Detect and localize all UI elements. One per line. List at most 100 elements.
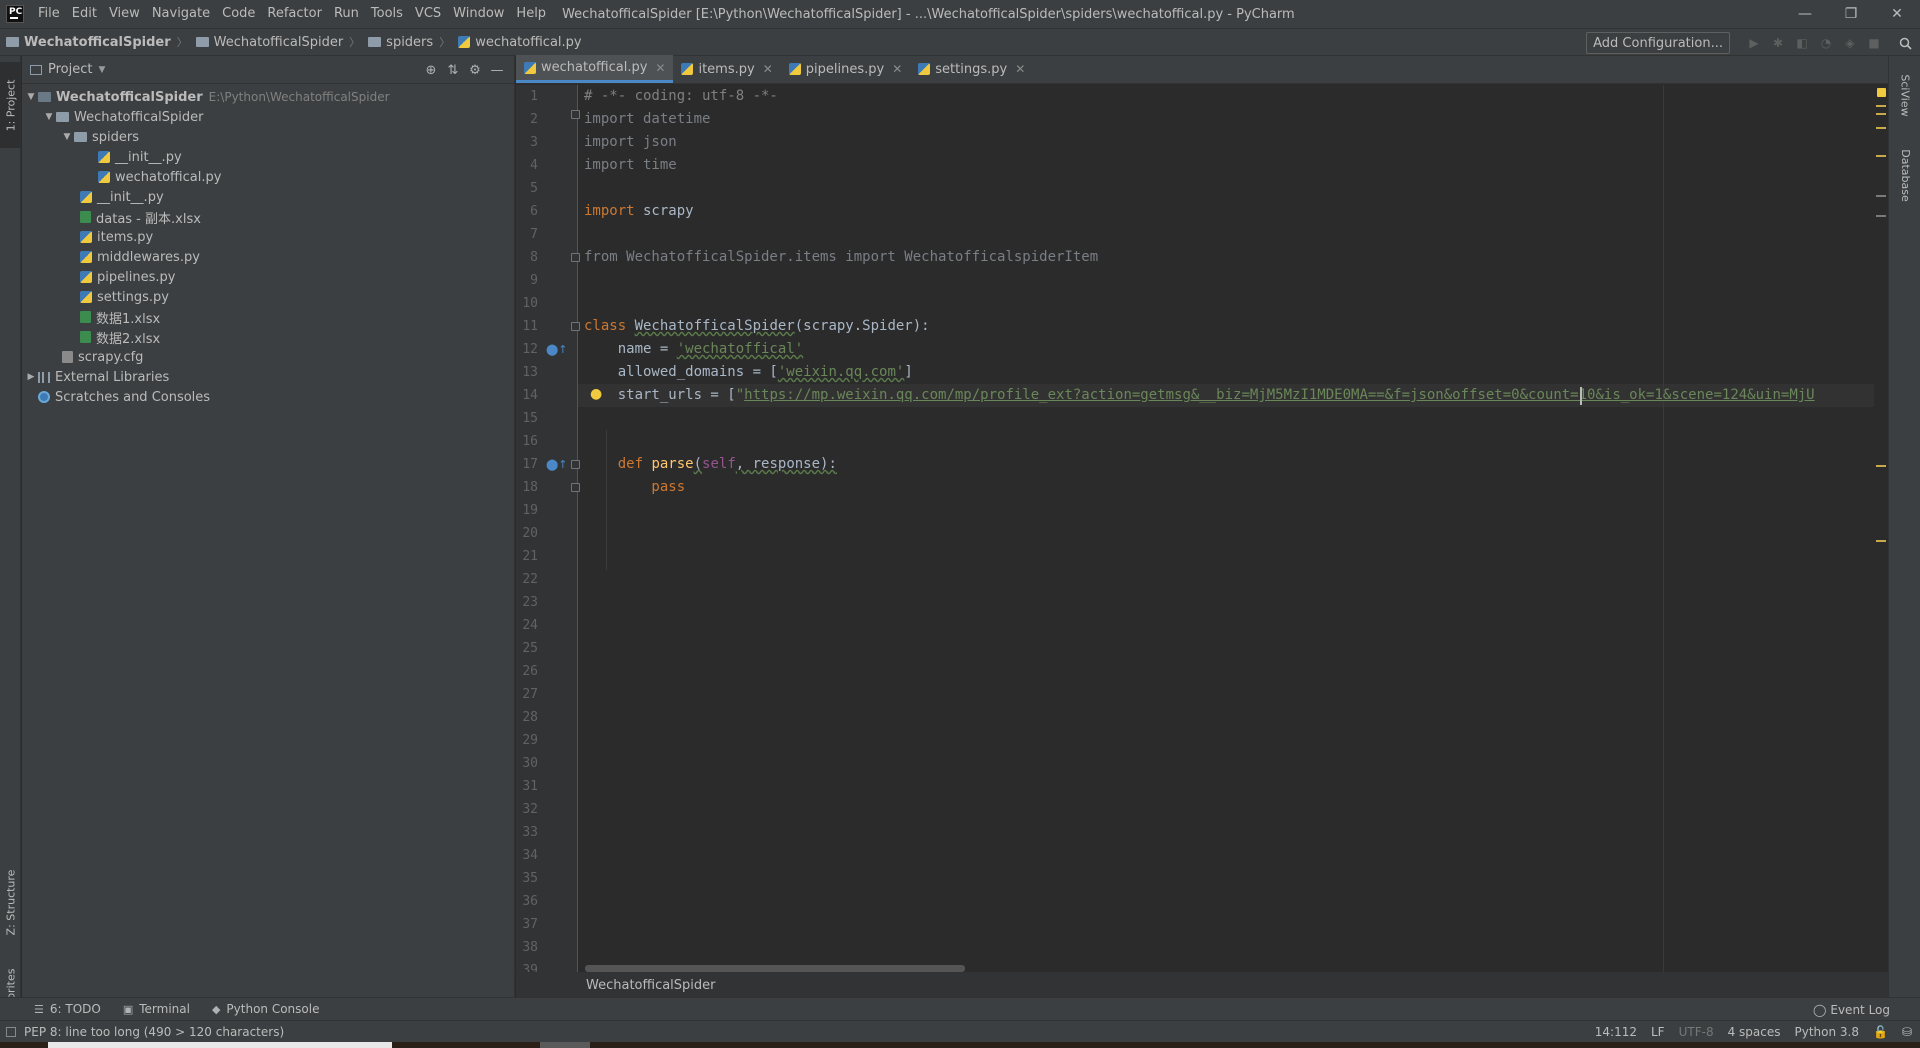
tool-window-sciview-tab[interactable]: SciView — [1889, 64, 1920, 126]
tree-item-scrapy-cfg[interactable]: scrapy.cfg — [22, 347, 514, 367]
collapsed-arrow-icon[interactable]: ▶ — [24, 372, 38, 382]
tree-item-spiders[interactable]: ▼ spiders — [22, 127, 514, 147]
concurrency-icon[interactable]: ◈ — [1841, 34, 1859, 52]
tab-settings[interactable]: settings.py ✕ — [910, 55, 1033, 83]
menu-tools[interactable]: Tools — [365, 0, 409, 28]
override-icon[interactable]: ⬤↑ — [546, 453, 568, 476]
add-configuration-button[interactable]: Add Configuration... — [1586, 32, 1730, 54]
tree-item-package[interactable]: ▼ WechatofficalSpider — [22, 107, 514, 127]
tree-item-project-root[interactable]: ▼ WechatofficalSpider E:\Python\Wechatof… — [22, 87, 514, 107]
line-number[interactable]: 8 — [516, 246, 538, 269]
line-number[interactable]: 4 — [516, 154, 538, 177]
tree-item-data1-xlsx[interactable]: 数据1.xlsx — [22, 307, 514, 327]
lightbulb-icon[interactable]: ● — [590, 383, 602, 406]
breadcrumb-item[interactable]: WechatofficalSpider — [586, 978, 716, 993]
line-number[interactable]: 22 — [516, 568, 538, 591]
line-number[interactable]: 6 — [516, 200, 538, 223]
tree-item-scratches[interactable]: Scratches and Consoles — [22, 387, 514, 407]
expanded-arrow-icon[interactable]: ▼ — [24, 92, 38, 102]
line-number[interactable]: 24 — [516, 614, 538, 637]
fold-marker-icon[interactable] — [571, 322, 580, 331]
warning-marker[interactable] — [1876, 113, 1886, 115]
line-number[interactable]: 2 — [516, 108, 538, 131]
line-number[interactable]: 13 — [516, 361, 538, 384]
line-separator[interactable]: LF — [1651, 1025, 1665, 1039]
line-number[interactable]: 25 — [516, 637, 538, 660]
line-number[interactable]: 34 — [516, 844, 538, 867]
menu-refactor[interactable]: Refactor — [261, 0, 328, 28]
nav-crumb-project[interactable]: WechatofficalSpider — [0, 35, 175, 50]
line-number[interactable]: 19 — [516, 499, 538, 522]
indent-setting[interactable]: 4 spaces — [1728, 1025, 1781, 1039]
line-number[interactable]: 26 — [516, 660, 538, 683]
menu-window[interactable]: Window — [447, 0, 510, 28]
git-icon[interactable]: ⛁ — [1902, 1025, 1912, 1039]
line-number[interactable]: 18 — [516, 476, 538, 499]
fold-marker-icon[interactable] — [571, 460, 580, 469]
warning-marker[interactable] — [1876, 540, 1886, 542]
lock-icon[interactable]: 🔓 — [1873, 1025, 1888, 1039]
info-marker[interactable] — [1876, 215, 1886, 217]
nav-crumb-spiders[interactable]: spiders — [362, 35, 437, 50]
debug-icon[interactable]: ✱ — [1769, 34, 1787, 52]
file-encoding[interactable]: UTF-8 — [1679, 1025, 1714, 1039]
line-number[interactable]: 35 — [516, 867, 538, 890]
fold-marker-icon[interactable] — [571, 253, 580, 262]
line-number[interactable]: 30 — [516, 752, 538, 775]
tree-item-spiders-init[interactable]: __init__.py — [22, 147, 514, 167]
todo-tab[interactable]: ☰ 6: TODO — [0, 1002, 111, 1016]
warning-marker[interactable] — [1876, 127, 1886, 129]
line-number[interactable]: 27 — [516, 683, 538, 706]
line-number[interactable]: 10 — [516, 292, 538, 315]
override-icon[interactable]: ⬤↑ — [546, 338, 568, 361]
tree-item-data2-xlsx[interactable]: 数据2.xlsx — [22, 327, 514, 347]
nav-crumb-package[interactable]: WechatofficalSpider — [190, 35, 348, 50]
line-number[interactable]: 5 — [516, 177, 538, 200]
run-icon[interactable]: ▶ — [1745, 34, 1763, 52]
line-number-gutter[interactable]: 1 2 3 4 5 6 7 8 9 10 11 12 13 14 15 16 17 18 19 20 21 22 23 24 2… — [516, 85, 578, 972]
expanded-arrow-icon[interactable]: ▼ — [42, 112, 56, 122]
line-number[interactable]: 39 — [516, 959, 538, 972]
python-interpreter[interactable]: Python 3.8 — [1794, 1025, 1859, 1039]
search-icon[interactable] — [1896, 34, 1914, 52]
line-number[interactable]: 38 — [516, 936, 538, 959]
warning-marker[interactable] — [1876, 105, 1886, 107]
status-toggle-icon[interactable] — [6, 1026, 16, 1037]
tree-item-init[interactable]: __init__.py — [22, 187, 514, 207]
fold-marker-icon[interactable] — [571, 110, 580, 119]
restore-button[interactable]: ❐ — [1828, 0, 1874, 28]
tree-item-pipelines[interactable]: pipelines.py — [22, 267, 514, 287]
menu-help[interactable]: Help — [510, 0, 552, 28]
line-number[interactable]: 9 — [516, 269, 538, 292]
tree-item-wechatoffical[interactable]: wechatoffical.py — [22, 167, 514, 187]
tree-item-external-libraries[interactable]: ▶ External Libraries — [22, 367, 514, 387]
tab-wechatoffical[interactable]: wechatoffical.py ✕ — [516, 55, 674, 83]
line-number[interactable]: 23 — [516, 591, 538, 614]
close-icon[interactable]: ✕ — [1015, 62, 1025, 76]
line-number[interactable]: 36 — [516, 890, 538, 913]
locate-file-icon[interactable]: ⊕ — [420, 63, 442, 78]
menu-view[interactable]: View — [103, 0, 146, 28]
line-number[interactable]: 12 — [516, 338, 538, 361]
caret-position[interactable]: 14:112 — [1595, 1025, 1637, 1039]
tab-items[interactable]: items.py ✕ — [673, 55, 780, 83]
inspection-status-icon[interactable] — [1877, 88, 1886, 97]
line-number[interactable]: 20 — [516, 522, 538, 545]
minimize-button[interactable]: — — [1782, 0, 1828, 28]
tool-window-structure-tab[interactable]: Z: Structure — [0, 856, 21, 948]
horizontal-scrollbar[interactable] — [585, 965, 965, 972]
line-number[interactable]: 37 — [516, 913, 538, 936]
warning-marker[interactable] — [1876, 155, 1886, 157]
pycharm-logo-icon[interactable]: PC — [6, 5, 24, 23]
menu-file[interactable]: File — [32, 0, 66, 28]
menu-vcs[interactable]: VCS — [409, 0, 447, 28]
code-editor[interactable]: 1 2 3 4 5 6 7 8 9 10 11 12 13 14 15 16 17 18 19 20 21 22 23 24 2… — [516, 85, 1888, 972]
tree-item-datas-xlsx[interactable]: datas - 副本.xlsx — [22, 207, 514, 227]
hide-panel-icon[interactable]: — — [486, 63, 508, 78]
line-number[interactable]: 11 — [516, 315, 538, 338]
menu-edit[interactable]: Edit — [66, 0, 103, 28]
info-marker[interactable] — [1876, 195, 1886, 197]
menu-navigate[interactable]: Navigate — [146, 0, 216, 28]
tree-item-middlewares[interactable]: middlewares.py — [22, 247, 514, 267]
event-log-tab[interactable]: ◯ Event Log — [1813, 998, 1890, 1021]
